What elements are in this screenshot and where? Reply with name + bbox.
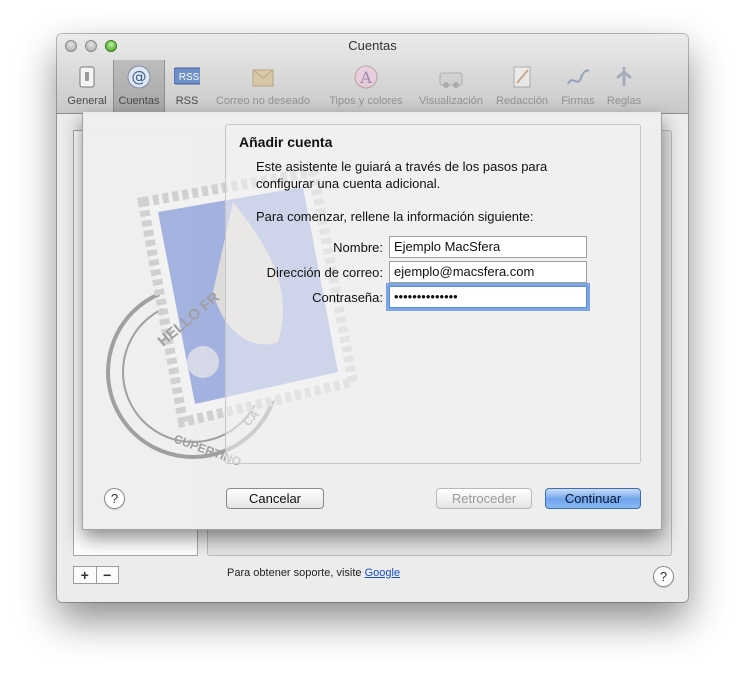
toolbar-item-composing[interactable]: Redacción xyxy=(491,60,553,112)
junk-mail-icon xyxy=(252,69,274,87)
viewing-icon xyxy=(439,72,463,88)
help-button[interactable]: ? xyxy=(653,566,674,587)
window-title: Cuentas xyxy=(348,38,397,53)
toolbar-item-fonts[interactable]: A Tipos y colores xyxy=(321,60,411,112)
back-button[interactable]: Retroceder xyxy=(436,488,532,509)
composing-icon xyxy=(513,66,531,88)
add-account-sheet: HELLO FR CUPERTINO CA Añadir cuenta Este… xyxy=(82,112,662,530)
add-account-button[interactable]: + xyxy=(74,567,97,583)
password-label: Contraseña: xyxy=(312,290,383,305)
name-label: Nombre: xyxy=(333,240,383,255)
svg-text:@: @ xyxy=(132,68,147,86)
continue-button[interactable]: Continuar xyxy=(545,488,641,509)
password-field[interactable]: •••••••••••••• xyxy=(389,286,587,308)
switch-icon xyxy=(79,66,95,88)
signatures-icon xyxy=(567,69,590,85)
name-field[interactable]: Ejemplo MacSfera xyxy=(389,236,587,258)
toolbar-item-viewing[interactable]: Visualización xyxy=(413,60,489,112)
fonts-colors-icon: A xyxy=(354,65,378,89)
toolbar-item-accounts[interactable]: @ Cuentas xyxy=(113,60,165,112)
email-field[interactable]: ejemplo@macsfera.com xyxy=(389,261,587,283)
add-remove-control: + − xyxy=(73,566,119,584)
rss-icon: RSS xyxy=(174,67,200,85)
svg-text:RSS: RSS xyxy=(179,72,200,83)
remove-account-button[interactable]: − xyxy=(97,567,119,583)
toolbar-item-rules[interactable]: Reglas xyxy=(603,60,645,112)
toolbar-item-signatures[interactable]: Firmas xyxy=(555,60,601,112)
sheet-title: Añadir cuenta xyxy=(239,134,333,150)
toolbar-item-junk[interactable]: Correo no deseado xyxy=(211,60,315,112)
toolbar-item-general[interactable]: General xyxy=(63,60,111,112)
toolbar-item-rss[interactable]: RSS RSS xyxy=(167,60,207,112)
intro-text: Este asistente le guiará a través de los… xyxy=(256,159,548,191)
svg-text:A: A xyxy=(359,68,372,87)
support-link[interactable]: Google xyxy=(365,567,400,579)
toolbar: General @ Cuentas RSS RSS Correo no dese… xyxy=(57,60,688,112)
at-icon: @ xyxy=(127,65,151,89)
cancel-button[interactable]: Cancelar xyxy=(226,488,324,509)
begin-text: Para comenzar, rellene la información si… xyxy=(256,209,534,224)
titlebar: Cuentas General @ Cuentas RSS RSS Correo… xyxy=(57,34,688,114)
rules-icon xyxy=(616,67,632,86)
sheet-help-button[interactable]: ? xyxy=(104,488,125,509)
support-text: Para obtener soporte, visite Google xyxy=(227,567,401,579)
email-label: Dirección de correo: xyxy=(266,265,383,280)
